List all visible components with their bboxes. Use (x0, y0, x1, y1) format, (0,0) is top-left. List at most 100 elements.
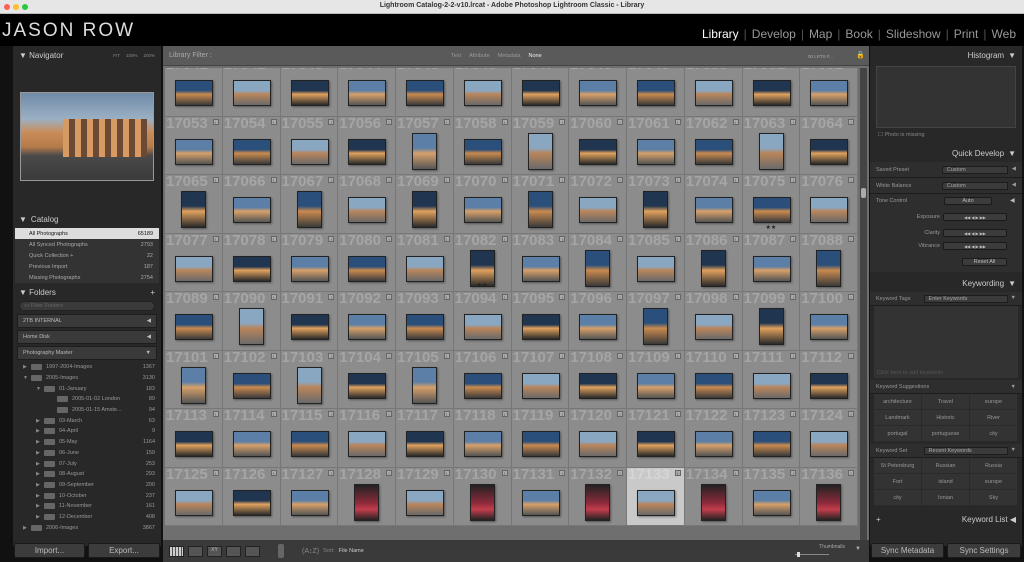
disclosure-triangle-icon[interactable]: ▶ (36, 428, 44, 434)
metadata-badge-icon[interactable]: ! (386, 469, 392, 476)
photo-thumbnail[interactable] (700, 483, 726, 521)
photo-thumbnail[interactable] (527, 132, 553, 170)
photo-thumbnail[interactable] (412, 366, 437, 404)
folder-item[interactable]: ▶ 09-September 200 (13, 480, 161, 491)
metadata-badge-icon[interactable]: ! (617, 411, 623, 417)
photo-thumbnail[interactable] (579, 431, 618, 457)
photo-thumbnail[interactable] (290, 138, 329, 165)
metadata-badge-icon[interactable]: ! (443, 294, 450, 300)
photo-thumbnail[interactable] (412, 191, 437, 228)
folder-item[interactable]: ▶ 07-July 253 (13, 458, 161, 469)
keyword-suggestion[interactable]: River (970, 410, 1018, 426)
photo-thumbnail[interactable] (290, 489, 329, 516)
grid-cell[interactable]: 17094! (453, 290, 512, 351)
keywording-header[interactable]: Keywording ▼ (870, 274, 1022, 292)
metadata-badge-icon[interactable]: ! (501, 294, 508, 300)
grid-cell[interactable]: 17121! (627, 407, 685, 468)
photo-thumbnail[interactable] (643, 308, 668, 345)
grid-cell[interactable]: 17110! (684, 349, 743, 409)
folder-filter-input[interactable]: ⌕▾ Filter Folders (19, 301, 155, 311)
metadata-badge-icon[interactable]: ! (386, 352, 392, 359)
loupe-view-button[interactable] (188, 545, 203, 557)
metadata-badge-icon[interactable]: ! (732, 294, 739, 300)
grid-cell[interactable]: 17111! (742, 349, 801, 409)
keyword-set-item[interactable]: city (874, 490, 922, 506)
metadata-badge-icon[interactable]: ! (212, 411, 219, 417)
spray-can-icon[interactable] (278, 544, 284, 558)
grid-cell[interactable]: 17099! (742, 290, 801, 351)
metadata-badge-icon[interactable]: ! (559, 352, 566, 359)
metadata-badge-icon[interactable]: ! (386, 118, 392, 125)
disclosure-triangle-icon[interactable]: ▶ (36, 461, 44, 467)
volume-header[interactable]: Photography Master ▼ (17, 346, 157, 360)
photo-thumbnail[interactable] (406, 431, 444, 457)
photo-thumbnail[interactable] (521, 489, 560, 516)
photo-thumbnail[interactable] (521, 255, 560, 282)
grid-cell[interactable]: 17074! (684, 173, 743, 234)
photo-thumbnail[interactable] (348, 431, 387, 457)
folder-item[interactable]: ▶ 05-May 1164 (13, 437, 161, 448)
metadata-badge-icon[interactable]: ! (443, 469, 450, 476)
grid-cell[interactable]: 17117! (396, 407, 454, 468)
add-folder-icon[interactable]: + (150, 288, 155, 297)
photo-thumbnail[interactable] (290, 255, 329, 282)
metadata-badge-icon[interactable]: ! (559, 177, 566, 183)
photo-thumbnail[interactable] (348, 372, 387, 399)
folder-item[interactable]: ▶ 10-October 237 (13, 490, 161, 501)
metadata-badge-icon[interactable]: ! (848, 177, 854, 183)
grid-cell[interactable]: 17090! (222, 290, 281, 351)
keyword-suggestion[interactable]: europe (970, 394, 1018, 410)
auto-tone-button[interactable]: Auto (944, 197, 992, 205)
grid-cell[interactable]: 17098! (684, 290, 743, 351)
photo-thumbnail[interactable] (579, 372, 618, 399)
metadata-badge-icon[interactable]: ! (617, 118, 623, 125)
metadata-badge-icon[interactable]: ! (328, 352, 335, 359)
keyword-tags-dropdown[interactable]: Enter Keywords (923, 294, 1008, 303)
disclosure-triangle-icon[interactable]: ▶ (36, 493, 44, 499)
module-map[interactable]: Map (809, 27, 832, 41)
photo-thumbnail[interactable] (579, 197, 618, 223)
photo-thumbnail[interactable] (752, 489, 791, 516)
photo-thumbnail[interactable] (700, 249, 726, 287)
grid-cell[interactable]: 17071! (511, 173, 570, 234)
metadata-badge-icon[interactable]: ! (212, 118, 219, 125)
catalog-header[interactable]: ▼ Catalog (13, 210, 161, 228)
catalog-item[interactable]: All Synced Photographs 2793 (15, 239, 159, 250)
grid-cell[interactable]: 17124! (800, 407, 858, 468)
photo-thumbnail[interactable] (694, 197, 733, 223)
photo-thumbnail[interactable] (752, 431, 791, 457)
grid-cell[interactable]: 17095! (511, 290, 570, 351)
metadata-badge-icon[interactable]: ! (732, 411, 739, 417)
reset-all-button[interactable]: Reset All (962, 258, 1007, 266)
grid-cell[interactable]: 17093! (396, 290, 454, 351)
metadata-badge-icon[interactable]: ! (732, 235, 739, 242)
navigator-preview[interactable] (20, 92, 154, 181)
triangle-left-icon[interactable]: ◀ (1010, 197, 1015, 204)
metadata-badge-icon[interactable]: ! (270, 177, 277, 183)
photo-thumbnail[interactable] (348, 314, 387, 340)
grid-cell[interactable]: 17123! (742, 407, 801, 468)
catalog-item[interactable]: All Photographs 65189 (15, 228, 159, 239)
keyword-set-dropdown[interactable]: Recent Keywords (923, 446, 1008, 455)
disclosure-triangle-icon[interactable]: ▶ (36, 471, 44, 477)
white-balance-dropdown[interactable]: Custom (941, 181, 1008, 190)
metadata-badge-icon[interactable]: ! (386, 177, 392, 183)
metadata-badge-icon[interactable]: ! (790, 118, 797, 125)
grid-cell[interactable]: 17085! (627, 232, 685, 292)
grid-cell[interactable]: 17059! (511, 115, 570, 175)
photo-thumbnail[interactable] (816, 249, 842, 287)
photo-thumbnail[interactable] (406, 489, 444, 516)
grid-view-button[interactable] (169, 545, 184, 557)
metadata-badge-icon[interactable]: ! (270, 469, 277, 476)
photo-thumbnail[interactable] (585, 249, 611, 287)
star-rating[interactable]: ★★ (454, 282, 511, 289)
photo-thumbnail[interactable] (463, 138, 502, 165)
keyword-set-item[interactable]: Ionian (922, 490, 970, 506)
photo-thumbnail[interactable] (758, 132, 784, 170)
metadata-badge-icon[interactable]: ! (328, 469, 335, 476)
metadata-badge-icon[interactable]: ! (848, 118, 854, 125)
filter-tab-metadata[interactable]: Metadata (498, 53, 521, 59)
grid-cell[interactable]: 17065! (165, 173, 223, 234)
grid-cell[interactable]: 17133! (627, 466, 685, 526)
metadata-badge-icon[interactable]: ! (848, 352, 854, 359)
